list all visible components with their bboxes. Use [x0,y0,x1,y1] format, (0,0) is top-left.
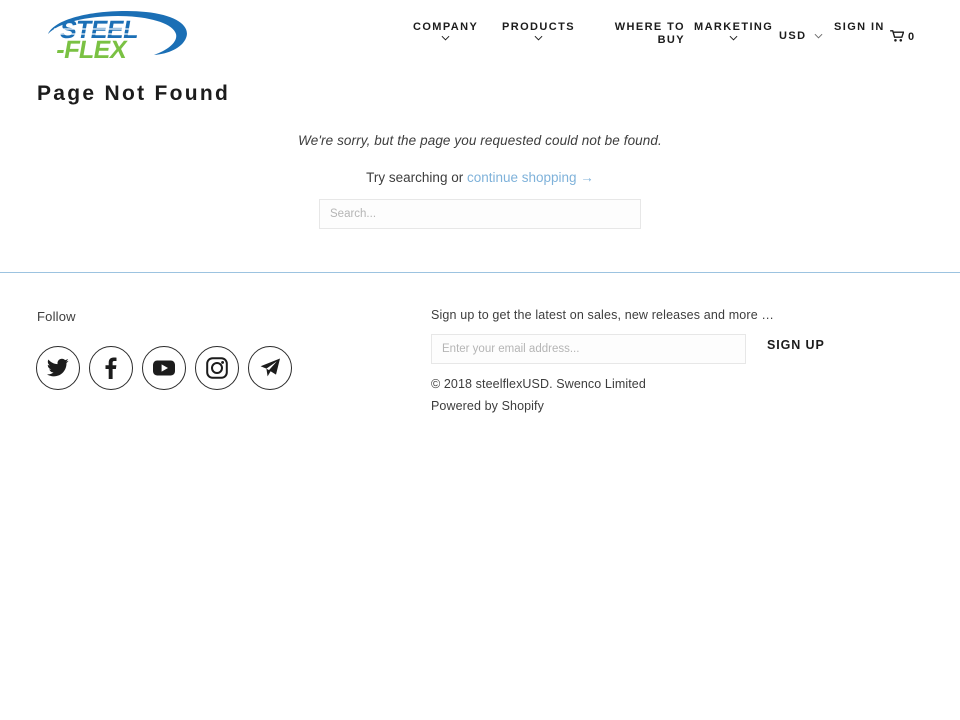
chevron-down-icon [729,35,738,41]
not-found-suggestion: Try searching or continue shopping → [0,170,960,185]
twitter-icon [47,358,69,377]
newsletter-heading: Sign up to get the latest on sales, new … [431,308,775,322]
shopping-cart-icon [890,30,904,42]
email-field[interactable] [431,334,746,364]
social-link-facebook[interactable] [89,346,133,390]
nav-item-marketing[interactable]: MARKETING [694,21,773,41]
sign-in-link[interactable]: SIGN IN [834,21,883,34]
nav-item-label: WHERE TO BUY [614,21,685,46]
nav-item-where-to-buy[interactable]: WHERE TO BUY [605,21,685,47]
steelflex-logo-icon: STEEL -FLEX [48,10,187,64]
svg-text:-FLEX: -FLEX [54,36,129,64]
social-link-email[interactable] [248,346,292,390]
currency-label: USD [779,30,807,42]
main-navigation: COMPANY PRODUCTS WHERE TO BUY MARKETING … [400,18,945,58]
site-header: STEEL -FLEX COMPANY PRODUCTS WHERE TO BU… [0,0,960,72]
youtube-icon [153,360,175,376]
copyright-text: © 2018 steelflexUSD. Swenco Limited [431,377,646,391]
facebook-icon [105,357,117,379]
search-form [319,199,641,229]
chevron-down-icon [534,35,543,41]
suggestion-prefix: Try searching or [366,170,467,185]
nav-item-label: COMPANY [413,21,479,33]
site-footer: Follow Sign up to get the latest on sale… [0,273,960,453]
nav-item-products[interactable]: PRODUCTS [502,21,575,41]
chevron-down-icon [441,35,450,41]
nav-item-company[interactable]: COMPANY [413,21,478,41]
cart-button[interactable]: 0 [890,30,915,44]
follow-heading: Follow [37,309,76,324]
chevron-down-icon [814,33,823,39]
site-logo[interactable]: STEEL -FLEX [36,8,196,64]
powered-by-text: Powered by Shopify [431,399,544,413]
newsletter-form: SIGN UP [431,334,831,364]
cart-count: 0 [908,31,915,43]
nav-item-label: MARKETING [694,21,774,33]
nav-item-label: PRODUCTS [502,21,575,33]
social-link-instagram[interactable] [195,346,239,390]
social-link-twitter[interactable] [36,346,80,390]
search-input[interactable] [319,199,641,229]
sign-up-button[interactable]: SIGN UP [767,338,825,352]
currency-selector[interactable]: USD [779,30,823,43]
email-icon [260,358,280,377]
instagram-icon [206,357,228,379]
social-link-youtube[interactable] [142,346,186,390]
social-links [36,346,292,390]
not-found-message: We're sorry, but the page you requested … [298,133,662,148]
page-title: Page Not Found [37,82,231,105]
continue-shopping-link[interactable]: continue shopping → [467,170,594,185]
